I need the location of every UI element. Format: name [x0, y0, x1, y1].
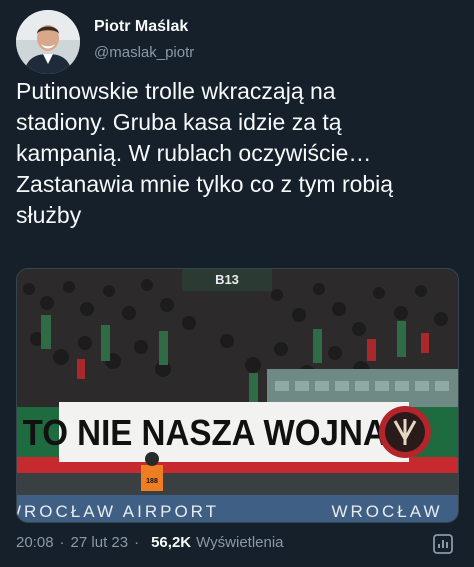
avatar-image — [16, 10, 80, 74]
steward-number: 188 — [146, 478, 158, 485]
stadium-photo: B13 TO NIE NASZA WOJNA 188 WROCŁAW AIRPO… — [17, 269, 458, 522]
tweet-meta: 20:08 · 27 lut 23 · 56,2K Wyświetlenia — [16, 534, 284, 551]
author-handle[interactable]: @maslak_piotr — [94, 43, 194, 63]
tweet-date[interactable]: 27 lut 23 — [71, 534, 129, 551]
avatar[interactable] — [16, 10, 80, 74]
views-label: Wyświetlenia — [196, 534, 284, 551]
ad-board-left-text: WROCŁAW AIRPORT — [17, 502, 219, 521]
stand-sign: B13 — [215, 272, 239, 287]
tweet-time[interactable]: 20:08 — [16, 534, 54, 551]
author-names: Piotr Maślak @maslak_piotr — [94, 17, 194, 63]
ad-board-right-text: WROCŁAW — [331, 502, 442, 521]
tweet-photo[interactable]: B13 TO NIE NASZA WOJNA 188 WROCŁAW AIRPO… — [16, 268, 459, 523]
author-display-name[interactable]: Piotr Maślak — [94, 17, 194, 37]
separator-dot: · — [134, 534, 140, 551]
tweet-card: Piotr Maślak @maslak_piotr Putinowskie t… — [0, 0, 474, 567]
analytics-icon — [433, 534, 453, 554]
views-count: 56,2K — [151, 534, 192, 551]
tweet-text: Putinowskie trolle wkraczają na stadiony… — [16, 78, 394, 228]
banner-text: TO NIE NASZA WOJNA — [23, 414, 387, 454]
ad-board: WROCŁAW AIRPORT WROCŁAW — [17, 495, 458, 522]
separator-dot: · — [59, 534, 65, 551]
tweet-header: Piotr Maślak @maslak_piotr — [16, 10, 194, 74]
analytics-button[interactable] — [426, 527, 460, 561]
protest-banner: TO NIE NASZA WOJNA — [23, 402, 431, 462]
